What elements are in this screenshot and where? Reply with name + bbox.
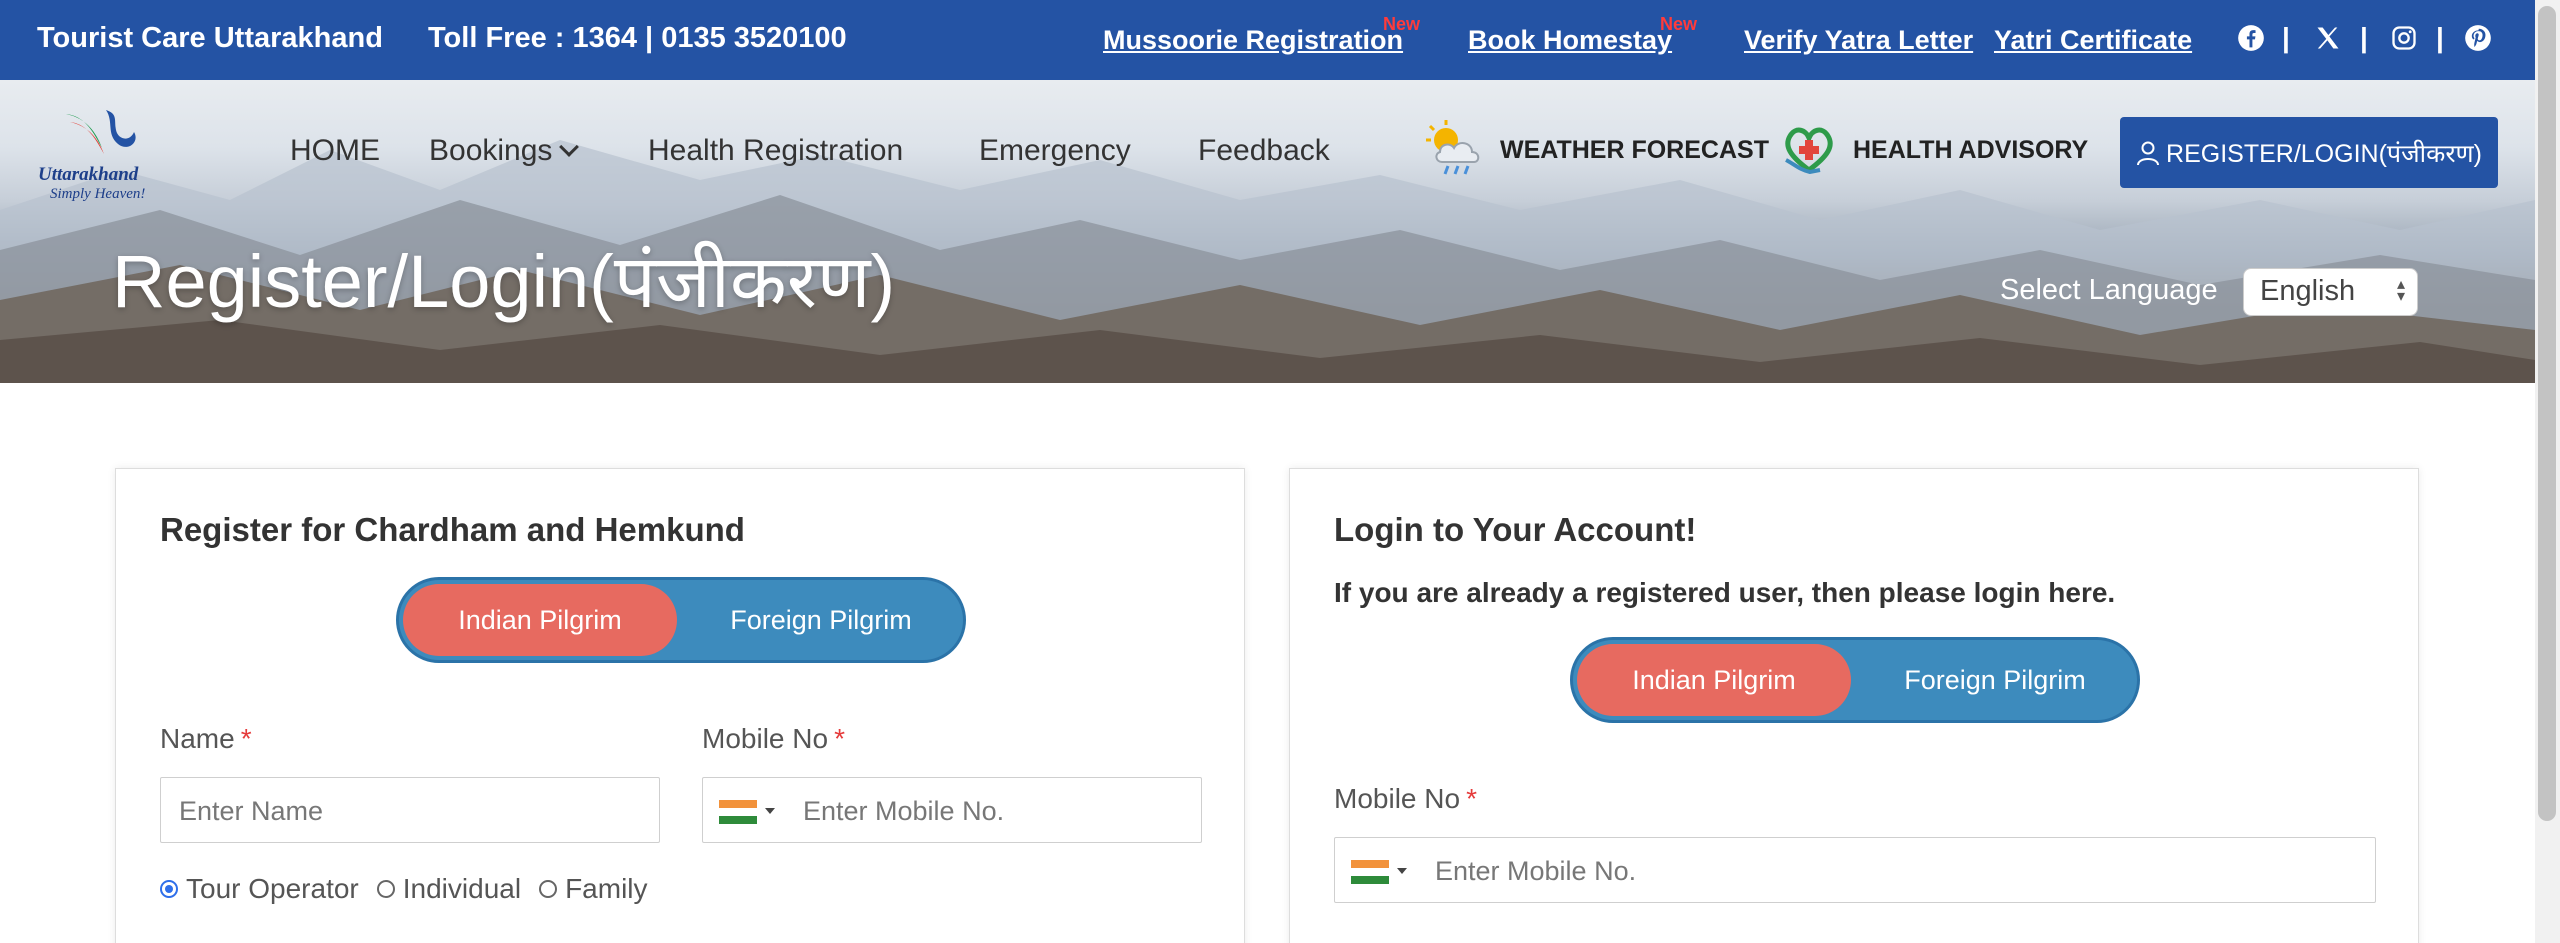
- scrollbar-thumb[interactable]: [2538, 6, 2556, 821]
- logo-emblem-icon: [66, 110, 136, 154]
- instagram-icon[interactable]: [2390, 24, 2418, 52]
- separator: |: [2436, 22, 2444, 53]
- chevron-down-icon: [559, 137, 580, 157]
- name-label-text: Name: [160, 723, 235, 754]
- user-icon: [2137, 141, 2160, 165]
- nav-bookings-label: Bookings: [429, 134, 553, 167]
- individual-radio[interactable]: [376, 880, 395, 898]
- foreign-pilgrim-tab[interactable]: Foreign Pilgrim: [1855, 644, 2135, 716]
- registration-type-radios: Tour Operator Individual Family: [160, 873, 648, 905]
- caret-down-icon: [765, 808, 775, 814]
- mobile-placeholder: Enter Mobile No.: [803, 796, 1005, 826]
- yatri-certificate-link[interactable]: Yatri Certificate: [1994, 25, 2192, 56]
- nav-feedback[interactable]: Feedback: [1198, 134, 1330, 168]
- login-card: Login to Your Account! If you are alread…: [1289, 468, 2419, 943]
- family-radio[interactable]: [539, 880, 558, 898]
- register-card: Register for Chardham and Hemkund Indian…: [115, 468, 1245, 943]
- site-brand: Tourist Care Uttarakhand: [37, 22, 383, 54]
- login-pilgrim-type-toggle: Indian Pilgrim Foreign Pilgrim: [1570, 637, 2140, 723]
- facebook-icon[interactable]: [2237, 24, 2265, 52]
- register-login-button[interactable]: REGISTER/LOGIN(पंजीकरण): [2120, 117, 2498, 188]
- indian-pilgrim-tab[interactable]: Indian Pilgrim: [1577, 644, 1851, 716]
- login-subtitle: If you are already a registered user, th…: [1334, 577, 2116, 608]
- required-mark: *: [834, 723, 845, 754]
- health-advisory-icon: [1785, 127, 1833, 175]
- toll-free-number: Toll Free : 1364 | 0135 3520100: [428, 22, 847, 54]
- foreign-pilgrim-tab[interactable]: Foreign Pilgrim: [681, 584, 961, 656]
- logo-tagline: Simply Heaven!: [50, 186, 146, 202]
- mobile-label: Mobile No *: [702, 723, 845, 755]
- separator: |: [2360, 22, 2368, 53]
- weather-cloud-sun-icon: [1426, 120, 1480, 175]
- language-value: English: [2260, 275, 2356, 307]
- tour-operator-radio[interactable]: [160, 880, 178, 898]
- name-label: Name *: [160, 723, 252, 755]
- nav-emergency[interactable]: Emergency: [979, 134, 1131, 168]
- tour-operator-label: Tour Operator: [186, 873, 359, 904]
- name-input[interactable]: Enter Name: [160, 777, 660, 843]
- page-title: Register/Login(पंजीकरण): [112, 240, 896, 323]
- uttarakhand-logo[interactable]: Uttarakhand Simply Heaven!: [34, 104, 164, 204]
- india-flag-icon[interactable]: [719, 800, 757, 824]
- mobile-label-text: Mobile No: [702, 723, 829, 754]
- new-badge: New: [1660, 14, 1698, 34]
- select-language-label: Select Language: [2000, 274, 2218, 306]
- verify-yatra-letter-link[interactable]: Verify Yatra Letter: [1744, 25, 1973, 56]
- new-badge: New: [1383, 14, 1421, 34]
- mussoorie-registration-link[interactable]: Mussoorie Registration: [1103, 25, 1403, 56]
- pinterest-icon[interactable]: [2464, 24, 2492, 52]
- login-mobile-label-text: Mobile No: [1334, 783, 1461, 814]
- logo-wordmark: Uttarakhand: [38, 164, 139, 185]
- health-advisory-link[interactable]: HEALTH ADVISORY: [1853, 136, 2088, 165]
- indian-pilgrim-tab[interactable]: Indian Pilgrim: [403, 584, 677, 656]
- top-bar: Tourist Care Uttarakhand Toll Free : 136…: [0, 0, 2535, 80]
- x-twitter-icon[interactable]: [2314, 24, 2342, 52]
- family-label: Family: [565, 873, 648, 904]
- login-mobile-label: Mobile No *: [1334, 783, 1477, 815]
- required-mark: *: [1466, 783, 1477, 814]
- select-arrows-icon: ▴ ▾: [2396, 276, 2405, 305]
- pilgrim-type-toggle: Indian Pilgrim Foreign Pilgrim: [396, 577, 966, 663]
- caret-down-icon: [1397, 868, 1407, 874]
- book-homestay-link[interactable]: Book Homestay: [1468, 25, 1672, 56]
- hero-banner: Uttarakhand Simply Heaven! HOME Bookings…: [0, 80, 2535, 383]
- nav-bookings[interactable]: Bookings: [429, 134, 580, 168]
- login-mobile-placeholder: Enter Mobile No.: [1435, 856, 1637, 886]
- login-mobile-input[interactable]: Enter Mobile No.: [1334, 837, 2376, 903]
- separator: |: [2282, 22, 2290, 53]
- language-select[interactable]: English ▴ ▾: [2243, 268, 2418, 316]
- nav-health-registration[interactable]: Health Registration: [648, 134, 903, 168]
- name-placeholder: Enter Name: [179, 796, 324, 826]
- nav-home[interactable]: HOME: [290, 134, 380, 168]
- individual-label: Individual: [402, 873, 522, 904]
- required-mark: *: [240, 723, 252, 754]
- register-login-label: REGISTER/LOGIN(पंजीकरण): [2166, 139, 2482, 168]
- mobile-input[interactable]: Enter Mobile No.: [702, 777, 1202, 843]
- weather-forecast-link[interactable]: WEATHER FORECAST: [1500, 136, 1769, 165]
- login-card-title: Login to Your Account!: [1334, 511, 1697, 548]
- register-card-title: Register for Chardham and Hemkund: [160, 511, 745, 548]
- india-flag-icon[interactable]: [1351, 860, 1389, 884]
